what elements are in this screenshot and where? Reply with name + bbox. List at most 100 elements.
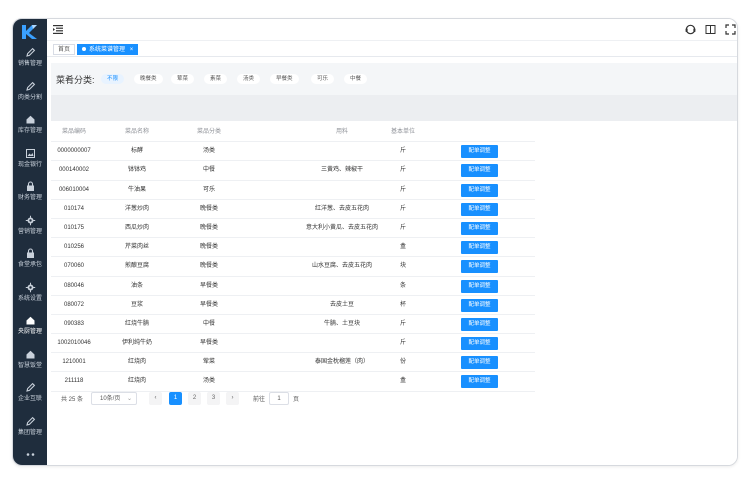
sidebar-item-2[interactable]: 库存管理 [13,114,47,146]
sidebar-item-label: 系统设置 [18,294,42,302]
page-size-value: 10条/页 [100,396,121,402]
cell-code: 080046 [63,282,85,289]
table-header: 菜品编码 菜品名称 菜品分类 用料 基本单位 [51,123,535,143]
tag-home[interactable]: 首页 [53,44,76,55]
sidebar-item-5[interactable]: 营销管理 [13,215,47,247]
sidebar: 销售管理肉类分割库存管理现金银行 财务管理 营销管理食堂承包系统设置央厨管理 智慧饭堂… [13,19,47,465]
adjust-recipe-button[interactable]: 配单调整 [461,337,498,351]
cell-category: 早餐类 [199,282,218,289]
page-size-select[interactable]: 10条/页 ⌄ [91,392,137,405]
sidebar-item-9[interactable]: 智慧饭堂 [13,349,47,381]
table-row: 000140002 钵钵鸡 中餐 三黄鸡、辣椒干斤配单调整 [51,161,535,181]
sidebar-item-6[interactable]: 食堂承包 [13,248,47,280]
menu-fold-icon[interactable] [53,25,63,34]
tag-current[interactable]: 系统菜谱管理 × [77,44,139,55]
cell-code: 1210001 [62,359,86,366]
tags-view-bar: 首页 系统菜谱管理 × [47,42,737,57]
sidebar-item-1[interactable]: 肉类分割 [13,81,47,113]
adjust-recipe-button[interactable]: 配单调整 [461,356,498,370]
category-chip[interactable]: 汤类 [237,74,261,84]
header-category: 菜品分类 [196,129,221,135]
sidebar-item-7[interactable]: 系统设置 [13,282,47,314]
category-chip[interactable]: 素菜 [204,74,228,84]
fullscreen-icon[interactable] [725,24,736,35]
cell-code: 1002010046 [57,340,91,347]
sidebar-item-label: 企业互联 [18,395,42,402]
cell-name: 红烧牛腩 [124,320,149,327]
page-2-button[interactable]: 2 [188,392,201,405]
adjust-recipe-button[interactable]: 配单调整 [461,375,498,389]
cell-category: 早餐类 [199,340,218,347]
cell-code: 000140002 [58,167,90,174]
sidebar-item-12[interactable] [13,449,47,465]
sidebar-item-label: 销售管理 [18,60,42,67]
sidebar-item-label: 肉类分割 [18,93,42,101]
top-bar [47,19,737,41]
cell-category: 中餐 [202,167,215,174]
lock-icon [13,181,47,192]
cell-code: 010174 [63,205,85,212]
category-chip[interactable]: 中餐 [344,74,368,84]
cell-unit: 盒 [399,378,406,385]
cell-category: 早餐类 [199,301,218,308]
adjust-recipe-button[interactable]: 配单调整 [461,145,498,159]
book-icon[interactable] [705,24,716,35]
toolbar-strip [51,95,737,121]
table-row: 006010004 牛油果 可乐 斤 配单调整 [51,181,535,200]
category-chip[interactable]: 早餐类 [270,74,299,84]
cell-name: 豆浆 [130,301,143,308]
sidebar-item-0[interactable]: 销售管理 [13,47,47,79]
category-chip[interactable]: 可乐 [311,74,335,84]
sidebar-item-10[interactable]: 企业互联 [13,382,47,414]
category-chip[interactable]: 晚餐类 [134,74,163,84]
adjust-recipe-button[interactable]: 配单调整 [461,221,498,235]
adjust-recipe-button[interactable]: 配单调整 [461,164,498,178]
cell-category: 可乐 [202,186,215,193]
active-dot [82,47,86,52]
sidebar-item-label: 库存管理 [18,127,42,134]
adjust-recipe-button[interactable]: 配单调整 [461,298,498,312]
sidebar-item-11[interactable]: 集团管理 [13,416,47,448]
cell-category: 晚餐类 [199,263,218,270]
cell-code: 010256 [63,244,85,251]
sidebar-item-8[interactable]: 央厨管理 [13,315,47,347]
cell-unit: 斤 [399,205,406,212]
category-chip[interactable]: 荤菜 [171,74,195,84]
category-chip[interactable]: 不限 [101,74,125,84]
pencil-icon [13,47,47,58]
app-logo [22,25,37,39]
prev-page-button[interactable]: ‹ [149,392,162,405]
cell-code: 006010004 [58,186,90,193]
adjust-recipe-button[interactable]: 配单调整 [461,202,498,216]
header-action [459,123,499,141]
filter-title: 菜肴分类: [56,75,95,85]
cell-unit: 条 [399,282,406,289]
tag-home-label: 首页 [58,47,71,53]
pencil-icon [13,81,47,92]
cell-unit: 块 [399,263,406,270]
pagination-total: 共 25 条 [61,397,84,403]
sidebar-item-label: 食堂承包 [18,261,42,268]
adjust-recipe-button[interactable]: 配单调整 [461,317,498,331]
page-3-button[interactable]: 3 [207,392,220,405]
tag-close-icon[interactable]: × [130,47,134,53]
adjust-recipe-button[interactable]: 配单调整 [461,241,498,255]
cell-code: 080072 [63,301,85,308]
support-icon[interactable] [685,24,696,35]
cell-category: 汤类 [202,378,215,385]
cell-name: 牛油果 [127,186,146,193]
adjust-recipe-button[interactable]: 配单调整 [461,183,498,197]
goto-input[interactable]: 1 [269,392,289,405]
page-1-button[interactable]: 1 [169,392,182,405]
app-window: 销售管理肉类分割库存管理现金银行 财务管理 营销管理食堂承包系统设置央厨管理 智慧饭堂… [12,18,738,466]
recipe-table: 菜品编码 菜品名称 菜品分类 用料 基本单位 0000000007 标酵 汤类斤配单… [51,123,535,392]
adjust-recipe-button[interactable]: 配单调整 [461,260,498,274]
next-page-button[interactable]: › [226,392,239,405]
adjust-recipe-button[interactable]: 配单调整 [461,279,498,293]
cell-category: 晚餐类 [199,224,218,231]
cell-code: 070060 [63,263,85,270]
gear-icon [13,282,47,293]
sidebar-item-3[interactable]: 现金银行 [13,148,47,180]
sidebar-item-4[interactable]: 财务管理 [13,181,47,213]
table-row: 080072 豆浆 早餐类 去皮土豆杯配单调整 [51,296,535,315]
